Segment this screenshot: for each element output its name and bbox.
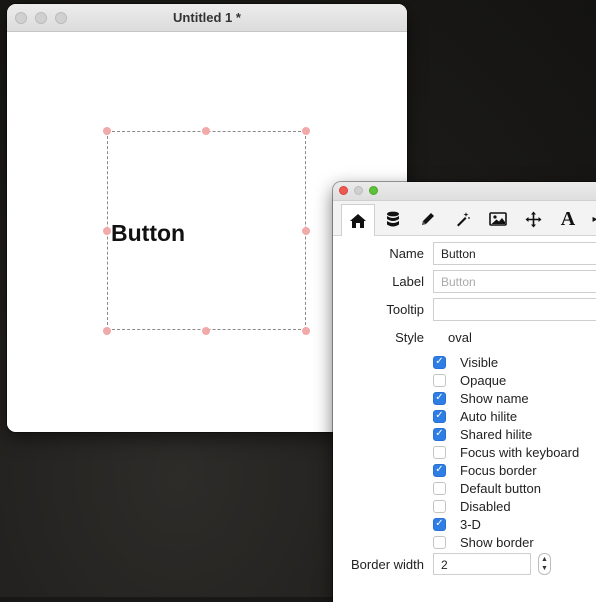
inspector-close-button[interactable]	[339, 186, 348, 195]
checkbox-label: Disabled	[460, 498, 511, 514]
home-icon[interactable]	[341, 204, 375, 236]
border-width-stepper[interactable]: ▲ ▼	[538, 553, 551, 575]
text-icon[interactable]: A	[551, 204, 585, 234]
magic-wand-icon[interactable]	[446, 204, 480, 234]
resize-handle-top-right[interactable]	[302, 127, 310, 135]
checkbox-label: Focus border	[460, 462, 537, 478]
checkbox-row-disabled[interactable]: Disabled	[433, 497, 511, 515]
resize-handle-right[interactable]	[302, 227, 310, 235]
checkbox[interactable]	[433, 481, 446, 495]
checkbox[interactable]: ✓	[433, 427, 446, 441]
checkbox[interactable]	[433, 373, 446, 387]
inspector-titlebar[interactable]	[333, 182, 596, 201]
checkbox-row-default-button[interactable]: Default button	[433, 479, 541, 497]
inspector-toolbar: A ▸	[333, 201, 596, 236]
pencil-icon[interactable]	[411, 204, 445, 234]
resize-handle-bottom-right[interactable]	[302, 327, 310, 335]
checkbox-label: Opaque	[460, 372, 507, 388]
checkbox-row-visible[interactable]: ✓ Visible	[433, 353, 498, 371]
checkbox-label: Shared hilite	[460, 426, 533, 442]
name-label: Name	[389, 246, 424, 261]
name-field[interactable]: Button	[433, 242, 596, 265]
checkbox-row-3-d[interactable]: ✓ 3-D	[433, 515, 481, 533]
checkbox-label: Visible	[460, 354, 499, 370]
checkbox-label: Show name	[460, 390, 529, 406]
checkbox[interactable]	[433, 445, 446, 459]
style-popup[interactable]: oval	[433, 326, 596, 349]
checkbox-row-focus-with-keyboard[interactable]: Focus with keyboard	[433, 443, 579, 461]
checkbox-label: Show border	[460, 534, 534, 550]
checkbox[interactable]: ✓	[433, 409, 446, 423]
button-name-text: Button	[111, 220, 186, 246]
checkbox-label: Auto hilite	[460, 408, 518, 424]
checkbox-row-opaque[interactable]: Opaque	[433, 371, 506, 389]
chevron-up-icon[interactable]: ▲	[541, 555, 548, 564]
checkbox-row-shared-hilite[interactable]: ✓ Shared hilite	[433, 425, 532, 443]
checkbox-label: Default button	[460, 480, 541, 496]
checkbox-label: 3-D	[460, 516, 481, 532]
image-icon[interactable]	[481, 204, 515, 234]
inspector-minimize-button[interactable]	[354, 186, 363, 195]
checkbox[interactable]	[433, 535, 446, 549]
checkbox[interactable]: ✓	[433, 517, 446, 531]
label-field[interactable]: Button	[433, 270, 596, 293]
checkbox[interactable]: ✓	[433, 463, 446, 477]
chevron-down-icon[interactable]: ▼	[541, 564, 548, 573]
checkbox[interactable]	[433, 499, 446, 513]
checkbox[interactable]: ✓	[433, 391, 446, 405]
tooltip-label: Tooltip	[386, 302, 424, 317]
resize-handle-left[interactable]	[103, 227, 111, 235]
resize-handle-bottom[interactable]	[202, 327, 210, 335]
database-icon[interactable]	[376, 204, 410, 234]
resize-handle-top[interactable]	[202, 127, 210, 135]
inspector-palette: A ▸ Name Button Label Button Tooltip Sty…	[333, 182, 596, 602]
window-title: Untitled 1 *	[173, 10, 241, 25]
resize-handle-top-left[interactable]	[103, 127, 111, 135]
checkbox[interactable]: ✓	[433, 355, 446, 369]
style-label: Style	[395, 330, 424, 345]
label-label: Label	[392, 274, 424, 289]
checkbox-row-show-name[interactable]: ✓ Show name	[433, 389, 529, 407]
checkbox-row-show-border[interactable]: Show border	[433, 533, 534, 551]
border-width-label: Border width	[351, 557, 424, 572]
tooltip-field[interactable]	[433, 298, 596, 321]
border-width-field[interactable]: 2	[433, 553, 531, 575]
checkbox-row-auto-hilite[interactable]: ✓ Auto hilite	[433, 407, 517, 425]
checkbox-row-focus-border[interactable]: ✓ Focus border	[433, 461, 537, 479]
card-titlebar[interactable]: Untitled 1 *	[7, 4, 407, 32]
checkbox-label: Focus with keyboard	[460, 444, 580, 460]
move-icon[interactable]	[516, 204, 550, 234]
inspector-zoom-button[interactable]	[369, 186, 378, 195]
more-arrow-icon[interactable]: ▸	[588, 204, 596, 234]
resize-handle-bottom-left[interactable]	[103, 327, 111, 335]
